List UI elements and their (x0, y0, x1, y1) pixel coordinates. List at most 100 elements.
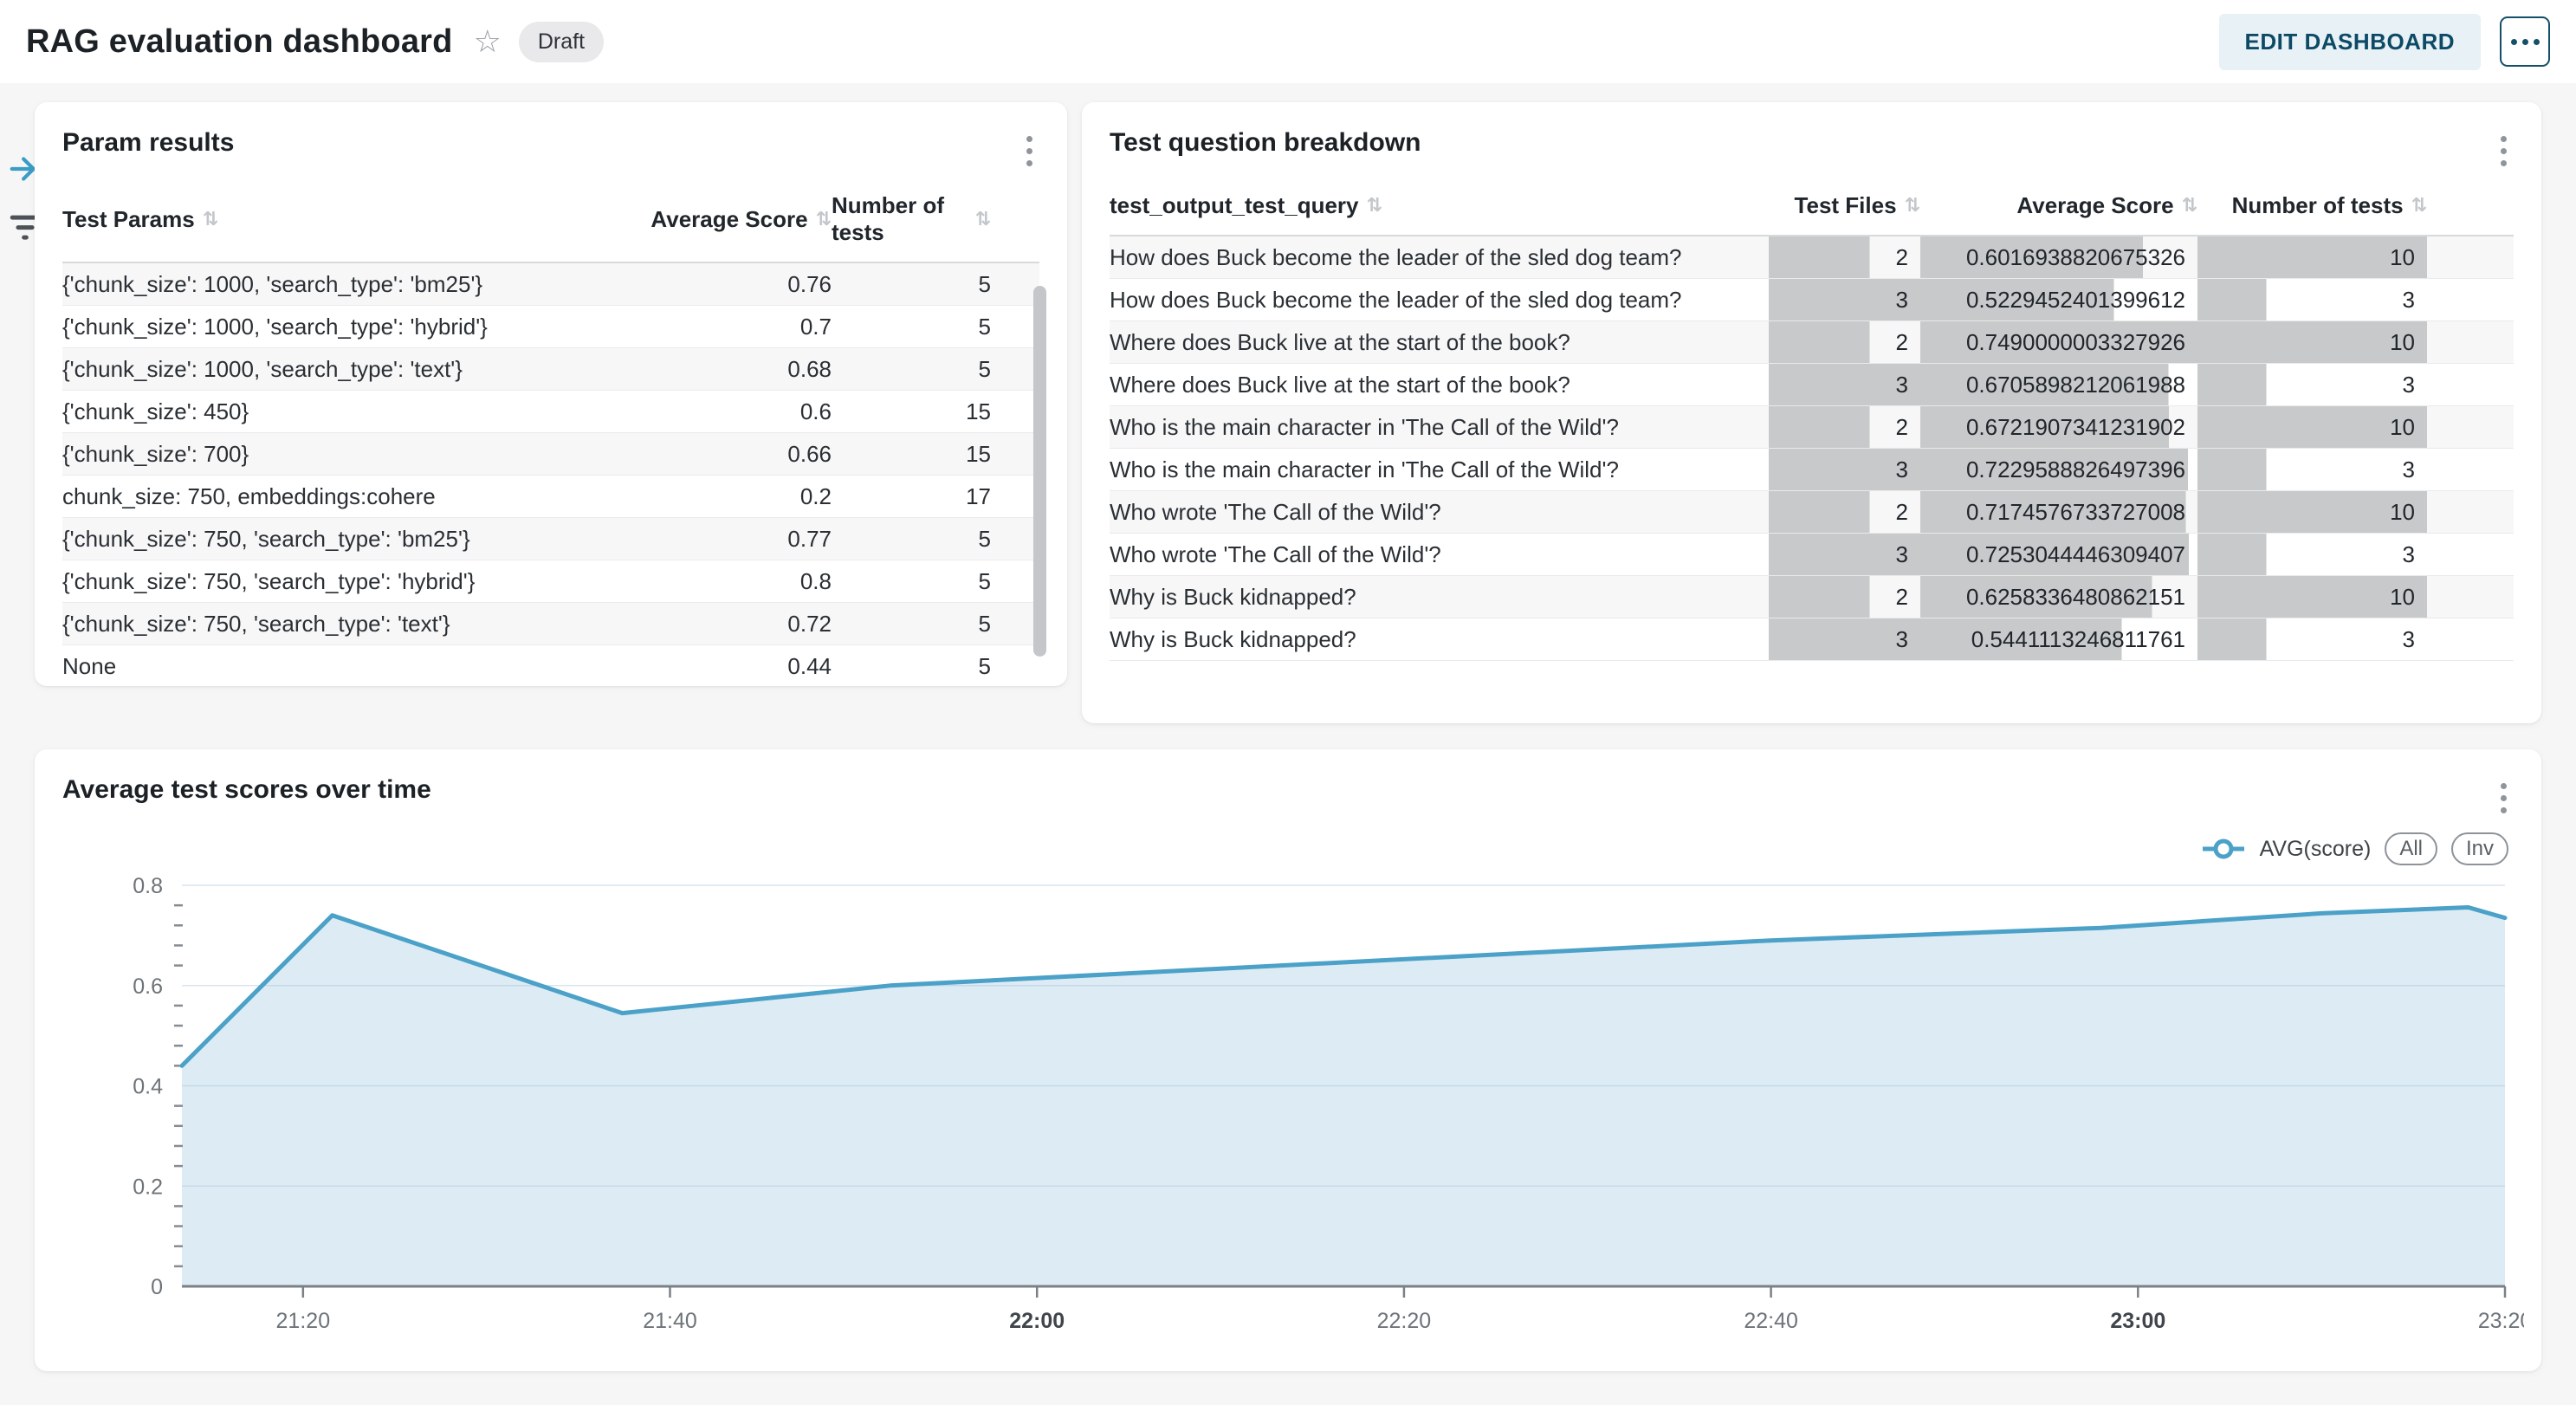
sort-icon[interactable]: ⇅ (975, 209, 991, 230)
panel-kebab-menu[interactable] (1018, 126, 1041, 176)
series-label[interactable]: AVG(score) (2260, 837, 2372, 862)
average-score-cell: 0.5441113246811761 (1920, 618, 2197, 660)
number-of-tests-cell: 10 (2197, 406, 2427, 448)
sort-icon[interactable]: ⇅ (203, 209, 218, 230)
query-cell: Who is the main character in 'The Call o… (1110, 414, 1769, 441)
table-body: How does Buck become the leader of the s… (1110, 236, 2514, 661)
table-cell: 0.8 (615, 568, 832, 595)
table-cell: {'chunk_size': 1000, 'search_type': 'tex… (62, 356, 615, 383)
panel-title: Param results (35, 102, 1067, 158)
y-axis-label: 0.4 (133, 1075, 163, 1099)
table-cell: 0.77 (615, 526, 832, 553)
query-cell: Why is Buck kidnapped? (1110, 626, 1769, 653)
table-row[interactable]: Who is the main character in 'The Call o… (1110, 449, 2514, 491)
column-header[interactable]: test_output_test_query⇅ (1110, 192, 1769, 219)
table-row[interactable]: Why is Buck kidnapped?20.625833648086215… (1110, 576, 2514, 618)
table-cell: 5 (832, 611, 1039, 638)
table-row[interactable]: {'chunk_size': 700}0.6615 (62, 433, 1039, 476)
top-header-bar: RAG evaluation dashboard ☆ Draft EDIT DA… (0, 0, 2576, 83)
table-cell: 5 (832, 526, 1039, 553)
y-axis-label: 0 (151, 1275, 163, 1299)
test-files-cell: 2 (1769, 321, 1920, 363)
test-files-cell: 3 (1769, 449, 1920, 490)
table-row[interactable]: {'chunk_size': 750, 'search_type': 'hybr… (62, 560, 1039, 603)
average-score-cell: 0.6016938820675326 (1920, 236, 2197, 278)
column-header[interactable]: Number of tests⇅ (2197, 192, 2427, 219)
query-cell: Why is Buck kidnapped? (1110, 584, 1769, 611)
y-axis-label: 0.8 (133, 874, 163, 898)
legend-inv-button[interactable]: Inv (2451, 832, 2508, 865)
series-marker-icon[interactable] (2201, 838, 2246, 860)
query-cell: How does Buck become the leader of the s… (1110, 287, 1769, 314)
table-cell: 0.2 (615, 483, 832, 510)
query-cell: How does Buck become the leader of the s… (1110, 244, 1769, 271)
x-axis-label: 22:20 (1377, 1309, 1432, 1333)
table-cell: 0.68 (615, 356, 832, 383)
table-row[interactable]: Who wrote 'The Call of the Wild'?30.7253… (1110, 534, 2514, 576)
table-row[interactable]: How does Buck become the leader of the s… (1110, 236, 2514, 279)
panel-title: Test question breakdown (1082, 102, 2541, 158)
table-row[interactable]: Where does Buck live at the start of the… (1110, 321, 2514, 364)
area-chart[interactable]: 00.20.40.60.821:2021:4022:0022:2022:4023… (87, 871, 2524, 1356)
sort-icon[interactable]: ⇅ (1367, 195, 1382, 217)
page-title: RAG evaluation dashboard (26, 23, 453, 61)
table-row[interactable]: {'chunk_size': 750, 'search_type': 'bm25… (62, 518, 1039, 560)
table-cell: {'chunk_size': 750, 'search_type': 'text… (62, 611, 615, 638)
sort-icon[interactable]: ⇅ (2411, 195, 2427, 217)
table-row[interactable]: {'chunk_size': 1000, 'search_type': 'tex… (62, 348, 1039, 391)
average-score-cell: 0.6705898212061988 (1920, 364, 2197, 405)
average-score-cell: 0.7174576733727008 (1920, 491, 2197, 533)
table-cell: 0.72 (615, 611, 832, 638)
scrollbar-thumb[interactable] (1033, 286, 1046, 657)
query-cell: Who wrote 'The Call of the Wild'? (1110, 541, 1769, 568)
table-cell: {'chunk_size': 1000, 'search_type': 'hyb… (62, 314, 615, 340)
table-cell: None (62, 653, 615, 680)
table-row[interactable]: Who is the main character in 'The Call o… (1110, 406, 2514, 449)
status-badge: Draft (519, 22, 604, 62)
edit-dashboard-button[interactable]: EDIT DASHBOARD (2219, 14, 2481, 70)
table-cell: {'chunk_size': 750, 'search_type': 'bm25… (62, 526, 615, 553)
column-header[interactable]: Test Files⇅ (1769, 192, 1920, 219)
x-axis-label: 22:00 (1009, 1309, 1065, 1333)
table-row[interactable]: {'chunk_size': 1000, 'search_type': 'bm2… (62, 263, 1039, 306)
table-cell: 0.66 (615, 441, 832, 468)
table-cell: 5 (832, 356, 1039, 383)
x-axis-label: 23:00 (2110, 1309, 2165, 1333)
panel-kebab-menu[interactable] (2492, 774, 2515, 823)
column-header[interactable]: Number of tests⇅ (832, 192, 1039, 246)
table-row[interactable]: None0.445 (62, 645, 1039, 688)
table-row[interactable]: Who wrote 'The Call of the Wild'?20.7174… (1110, 491, 2514, 534)
sort-icon[interactable]: ⇅ (816, 209, 832, 230)
breakdown-table: test_output_test_query⇅Test Files⇅Averag… (1110, 187, 2514, 661)
y-axis-label: 0.6 (133, 974, 163, 999)
panel-kebab-menu[interactable] (2492, 126, 2515, 176)
table-scrollbar (1033, 286, 1046, 708)
y-axis-label: 0.2 (133, 1175, 163, 1199)
number-of-tests-cell: 3 (2197, 618, 2427, 660)
average-score-cell: 0.7253044446309407 (1920, 534, 2197, 575)
column-header[interactable]: Average Score⇅ (615, 206, 832, 233)
table-row[interactable]: chunk_size: 750, embeddings:cohere0.217 (62, 476, 1039, 518)
ellipsis-icon (2511, 39, 2517, 45)
sort-icon[interactable]: ⇅ (1905, 195, 1920, 217)
legend-all-button[interactable]: All (2385, 832, 2437, 865)
table-row[interactable]: How does Buck become the leader of the s… (1110, 279, 2514, 321)
average-score-cell: 0.7490000003327926 (1920, 321, 2197, 363)
test-files-cell: 3 (1769, 279, 1920, 320)
test-files-cell: 3 (1769, 534, 1920, 575)
chart-legend: AVG(score) All Inv (2201, 832, 2508, 865)
column-header[interactable]: Test Params⇅ (62, 206, 615, 233)
header-overflow-menu-button[interactable] (2500, 16, 2550, 67)
table-row[interactable]: {'chunk_size': 750, 'search_type': 'text… (62, 603, 1039, 645)
column-header[interactable]: Average Score⇅ (1920, 192, 2197, 219)
param-results-table: Test Params⇅Average Score⇅Number of test… (62, 187, 1039, 688)
table-row[interactable]: {'chunk_size': 450}0.615 (62, 391, 1039, 433)
sort-icon[interactable]: ⇅ (2182, 195, 2197, 217)
table-cell: {'chunk_size': 700} (62, 441, 615, 468)
table-row[interactable]: {'chunk_size': 1000, 'search_type': 'hyb… (62, 306, 1039, 348)
table-cell: chunk_size: 750, embeddings:cohere (62, 483, 615, 510)
table-cell: 0.7 (615, 314, 832, 340)
table-row[interactable]: Why is Buck kidnapped? 30.544111324681176… (1110, 618, 2514, 661)
table-row[interactable]: Where does Buck live at the start of the… (1110, 364, 2514, 406)
favorite-star-icon[interactable]: ☆ (474, 26, 502, 57)
